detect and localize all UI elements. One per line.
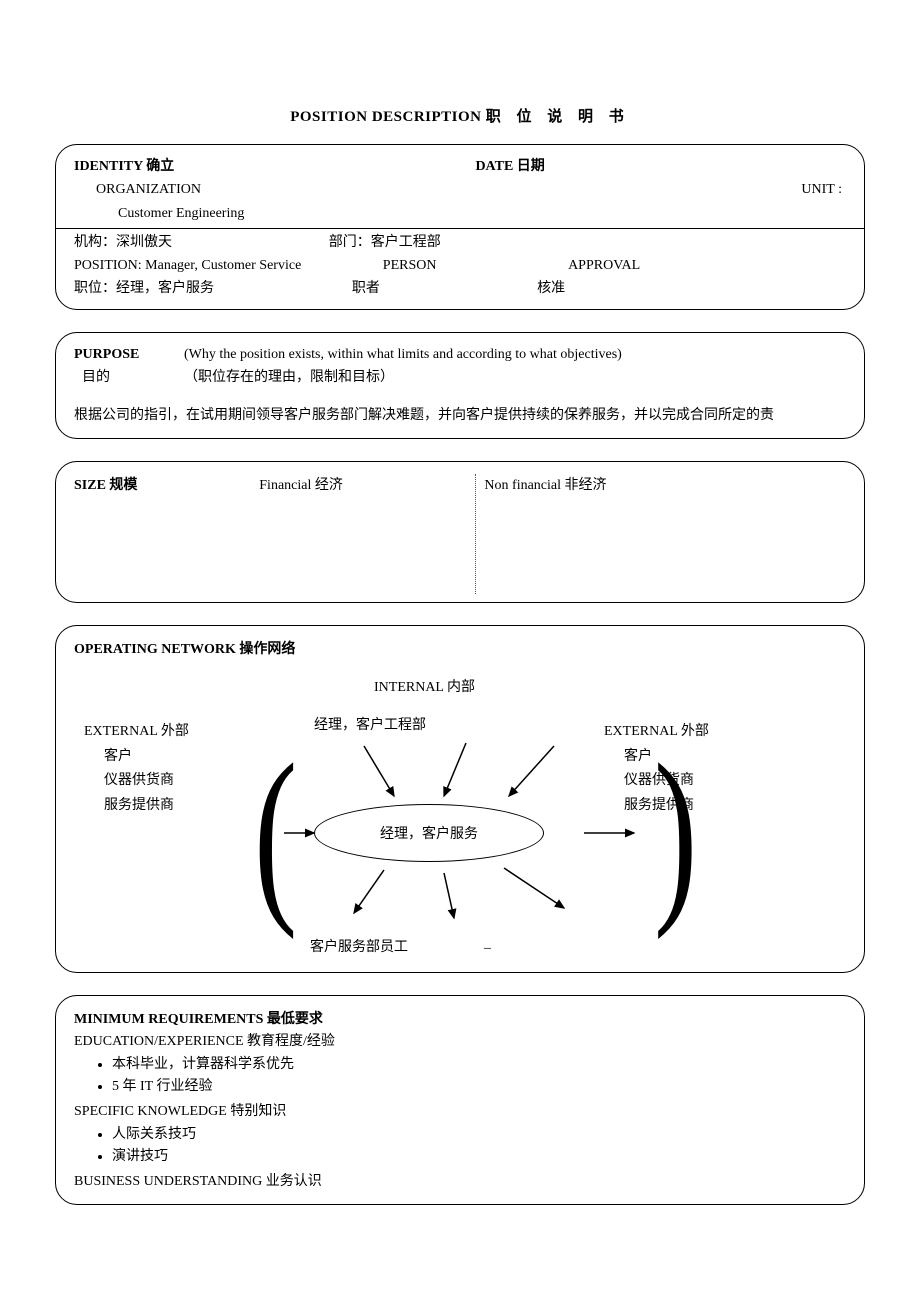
purpose-heading: PURPOSE bbox=[74, 345, 184, 365]
position-label: POSITION: Manager, Customer Service bbox=[74, 256, 383, 276]
purpose-body: 根据公司的指引，在试用期间领导客户服务部门解决难题，并向客户提供持续的保养服务，… bbox=[74, 404, 846, 424]
edu-list: 本科毕业，计算器科学系优先 5 年 IT 行业经验 bbox=[74, 1052, 846, 1096]
approval-zh: 核准 bbox=[537, 279, 846, 299]
org-label: ORGANIZATION bbox=[74, 180, 766, 200]
person-label: PERSON bbox=[383, 256, 568, 276]
business-label: BUSINESS UNDERSTANDING 业务认识 bbox=[74, 1170, 846, 1190]
size-financial: Financial 经济 bbox=[259, 474, 475, 594]
approval-label: APPROVAL bbox=[568, 256, 846, 276]
date-label: DATE 日期 bbox=[475, 157, 846, 177]
size-box: SIZE 规模 Financial 经济 Non financial 非经济 bbox=[55, 461, 865, 603]
edu-item-1: 5 年 IT 行业经验 bbox=[112, 1074, 846, 1096]
purpose-box: PURPOSE (Why the position exists, within… bbox=[55, 332, 865, 440]
minreq-heading: MINIMUM REQUIREMENTS 最低要求 bbox=[74, 1008, 846, 1028]
position-zh: 职位：经理，客户服务 bbox=[74, 279, 352, 299]
page-title: POSITION DESCRIPTION 职 位 说 明 书 bbox=[55, 105, 865, 126]
opnet-heading: OPERATING NETWORK 操作网络 bbox=[74, 638, 846, 658]
knowledge-item-0: 人际关系技巧 bbox=[112, 1122, 846, 1144]
identity-heading: IDENTITY 确立 bbox=[74, 157, 475, 177]
identity-divider bbox=[56, 228, 864, 229]
knowledge-list: 人际关系技巧 演讲技巧 bbox=[74, 1122, 846, 1166]
identity-box: IDENTITY 确立 DATE 日期 ORGANIZATION UNIT : … bbox=[55, 144, 865, 310]
operating-network-box: OPERATING NETWORK 操作网络 INTERNAL 内部 EXTER… bbox=[55, 625, 865, 973]
arrows-icon bbox=[74, 658, 834, 958]
title-zh: 职 位 说 明 书 bbox=[486, 109, 630, 125]
size-heading: SIZE 规模 bbox=[74, 474, 259, 594]
dept-zh: 部门：客户工程部 bbox=[329, 233, 441, 253]
purpose-sub-zh: （职位存在的理由，限制和目标） bbox=[184, 368, 394, 388]
knowledge-label: SPECIFIC KNOWLEDGE 特别知识 bbox=[74, 1100, 846, 1120]
minreq-box: MINIMUM REQUIREMENTS 最低要求 EDUCATION/EXPE… bbox=[55, 995, 865, 1205]
person-zh: 职者 bbox=[352, 279, 537, 299]
unit-label: UNIT : bbox=[766, 180, 846, 200]
edu-item-0: 本科毕业，计算器科学系优先 bbox=[112, 1052, 846, 1074]
knowledge-item-1: 演讲技巧 bbox=[112, 1144, 846, 1166]
purpose-heading-zh: 目的 bbox=[74, 368, 184, 388]
edu-label: EDUCATION/EXPERIENCE 教育程度/经验 bbox=[74, 1030, 846, 1050]
title-en: POSITION DESCRIPTION bbox=[290, 109, 481, 125]
org-value: Customer Engineering bbox=[74, 204, 846, 224]
org-zh: 机构：深圳傲天 bbox=[74, 233, 329, 253]
purpose-sub-en: (Why the position exists, within what li… bbox=[184, 345, 846, 365]
size-nonfinancial: Non financial 非经济 bbox=[475, 474, 846, 594]
